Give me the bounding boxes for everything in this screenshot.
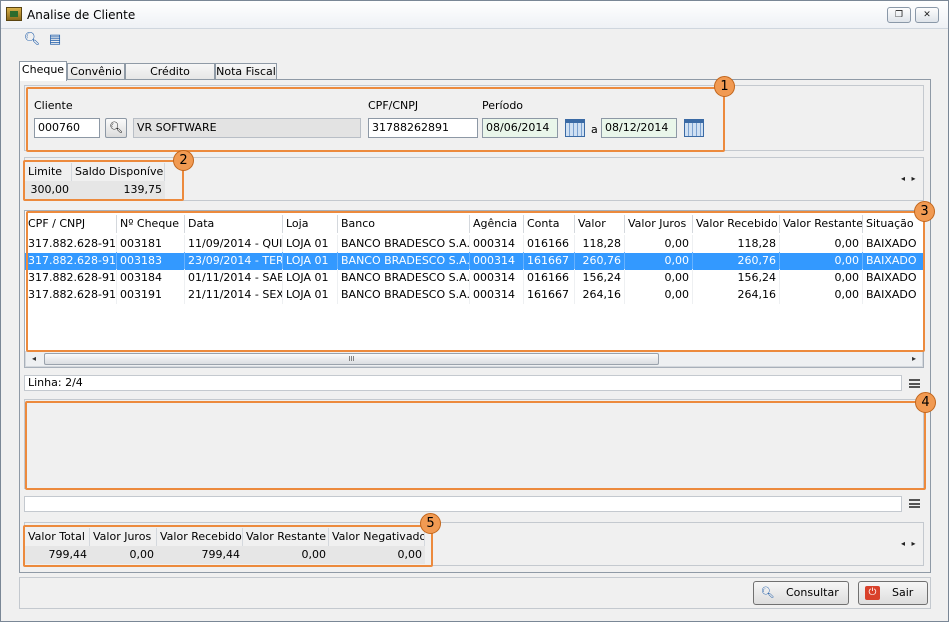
search-icon: 🔍︎ bbox=[760, 586, 775, 599]
tab-convenio[interactable]: Convênio bbox=[67, 63, 125, 80]
report-icon[interactable]: ▤ bbox=[46, 32, 64, 48]
tab-nota-fiscal[interactable]: Nota Fiscal bbox=[215, 63, 277, 80]
exit-icon: ⏻ bbox=[865, 586, 880, 600]
close-button[interactable]: ✕ bbox=[915, 7, 939, 23]
scroll-left-icon[interactable]: ◂ bbox=[26, 352, 42, 366]
row-status: Linha: 2/4 bbox=[24, 375, 902, 391]
highlight-filter bbox=[26, 87, 725, 152]
menu-icon[interactable] bbox=[909, 379, 920, 388]
consultar-button[interactable]: 🔍︎ Consultar bbox=[753, 581, 849, 605]
badge-2: 2 bbox=[173, 150, 194, 171]
window-title: Analise de Cliente bbox=[27, 8, 136, 22]
restore-button[interactable]: ❐ bbox=[887, 7, 911, 23]
horizontal-scrollbar[interactable]: ◂ III ▸ bbox=[25, 351, 923, 367]
search-icon[interactable]: 🔍︎ bbox=[23, 32, 41, 48]
detail-status bbox=[24, 496, 902, 512]
consultar-label: Consultar bbox=[786, 586, 839, 599]
highlight-totals bbox=[23, 525, 433, 567]
highlight-table bbox=[26, 211, 925, 352]
highlight-limit bbox=[23, 160, 184, 201]
tab-credito-rotativo[interactable]: Crédito Rotativo bbox=[125, 63, 215, 93]
scroll-arrows[interactable]: ◂ ▸ bbox=[901, 174, 918, 183]
close-icon: ✕ bbox=[923, 10, 931, 20]
badge-1: 1 bbox=[714, 76, 735, 97]
scroll-right-icon[interactable]: ▸ bbox=[906, 352, 922, 366]
badge-5: 5 bbox=[420, 513, 441, 534]
scroll-arrows[interactable]: ◂ ▸ bbox=[901, 539, 918, 548]
badge-4: 4 bbox=[915, 392, 936, 413]
tab-cheque[interactable]: Cheque bbox=[19, 61, 67, 81]
highlight-detail bbox=[25, 401, 926, 490]
badge-3: 3 bbox=[914, 201, 935, 222]
sair-label: Sair bbox=[892, 586, 914, 599]
restore-icon: ❐ bbox=[894, 10, 904, 20]
menu-icon[interactable] bbox=[909, 499, 920, 508]
title-bar: Analise de Cliente ❐ ✕ bbox=[1, 1, 948, 29]
sair-button[interactable]: ⏻ Sair bbox=[858, 581, 928, 605]
scroll-thumb[interactable]: III bbox=[44, 353, 659, 365]
app-icon bbox=[6, 7, 22, 21]
window: Analise de Cliente ❐ ✕ 🔍︎ ▤ Cheque Convê… bbox=[0, 0, 949, 622]
